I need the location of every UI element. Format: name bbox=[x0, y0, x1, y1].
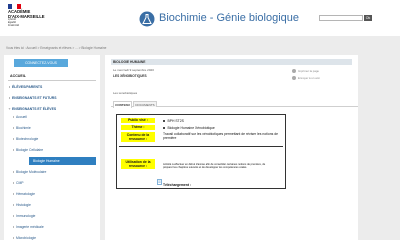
chevron-down-icon bbox=[8, 108, 11, 110]
sidebar-item-label: Biologie Cellulaire bbox=[16, 148, 44, 152]
sidebar-item-biotechnologie[interactable]: Biotechnologie bbox=[8, 135, 96, 143]
sidebar-item-immunologie[interactable]: Immunologie bbox=[8, 212, 96, 220]
sidebar-accueil[interactable]: ACCUEIL bbox=[8, 72, 96, 81]
sidebar-item-label: Biochimie bbox=[16, 126, 31, 130]
academie-logo[interactable]: ACADÉMIE D'AIX-MARSEILLE Liberté Égalité… bbox=[8, 4, 46, 34]
sidebar-item-hematologie[interactable]: Hématologie bbox=[8, 190, 96, 198]
utilisation-label: Utilisation de la ressource : bbox=[121, 159, 155, 169]
chevron-right-icon bbox=[13, 193, 14, 196]
print-label: Imprimer la page bbox=[298, 69, 319, 73]
public-value-text: BPH ST2S bbox=[167, 119, 184, 123]
sidebar-item-label: Biologie Moléculaire bbox=[16, 170, 47, 174]
section-header: BIOLOGIE HUMAINE bbox=[111, 59, 352, 65]
page-title: LES XÉNOBIOTIQUES bbox=[113, 74, 147, 78]
chevron-right-icon bbox=[13, 138, 14, 141]
sidebar-item-microbiologie[interactable]: Microbiologie bbox=[8, 234, 96, 240]
main-content: BIOLOGIE HUMAINE Le mercredi 9 septembre… bbox=[105, 55, 358, 240]
sidebar-item-label: Histologie bbox=[16, 203, 31, 207]
sidebar-item-biochimie[interactable]: Biochimie bbox=[8, 124, 96, 132]
sidebar-item-label: CMP bbox=[16, 181, 24, 185]
bullet-icon bbox=[163, 127, 165, 129]
sidebar-item-label: Hématologie bbox=[16, 192, 36, 196]
sidebar-item-cmp[interactable]: CMP bbox=[8, 179, 96, 187]
chevron-right-icon bbox=[13, 215, 14, 218]
sidebar-item-biologie-humaine[interactable]: Biologie Humaine bbox=[29, 157, 96, 165]
share-link[interactable]: Envoyer à un ami bbox=[292, 76, 320, 81]
logo-motto-3: Fraternité bbox=[8, 24, 20, 27]
sidebar-item-label: ÉLÈVES/PARENTS bbox=[12, 85, 43, 89]
chevron-right-icon bbox=[13, 204, 14, 207]
connect-button[interactable]: CONNECTEZ-VOUS bbox=[14, 59, 68, 67]
chevron-right-icon bbox=[13, 171, 14, 174]
print-icon bbox=[292, 69, 296, 74]
theme-label: Thème : bbox=[121, 125, 155, 130]
page-subtitle: Les xénobiotiques bbox=[113, 91, 138, 95]
sidebar-item-enseignants-futurs[interactable]: ENSEIGNANTS ET FUTURS bbox=[8, 94, 96, 102]
sidebar-item-accueil[interactable]: Accueil bbox=[8, 113, 96, 121]
breadcrumb[interactable]: Vous êtes ici : Accueil > Enseignants et… bbox=[6, 46, 106, 50]
share-label: Envoyer à un ami bbox=[298, 76, 320, 80]
utilisation-value: Activité à effectuer en début d'année af… bbox=[163, 163, 266, 169]
content-tabs: CONTENU DOCUMENTS bbox=[111, 100, 358, 108]
sidebar-item-eleves-parents[interactable]: ÉLÈVES/PARENTS bbox=[8, 83, 96, 91]
sidebar-item-label: Biotechnologie bbox=[16, 137, 39, 141]
bullet-icon bbox=[163, 120, 165, 122]
contenu-label: Contenu de la ressource : bbox=[121, 132, 155, 142]
sidebar-item-label: Biologie Humaine bbox=[33, 159, 60, 163]
sidebar: CONNECTEZ-VOUS ACCUEIL ÉLÈVES/PARENTS EN… bbox=[4, 55, 100, 240]
theme-value-text: Biologie Humaine Xénobiotique bbox=[167, 126, 215, 130]
chevron-right-icon bbox=[9, 86, 10, 89]
public-value: BPH ST2S bbox=[163, 119, 184, 123]
tab-contenu[interactable]: CONTENU bbox=[113, 101, 132, 108]
print-link[interactable]: Imprimer la page bbox=[292, 69, 319, 74]
contenu-value: Travail collaboratif sur les xénobiotiqu… bbox=[163, 132, 279, 140]
sidebar-item-label: Imagerie médicale bbox=[16, 225, 44, 229]
sidebar-item-label: Accueil bbox=[16, 115, 27, 119]
sidebar-item-label: Microbiologie bbox=[16, 236, 36, 240]
download-label: Téléchargement : bbox=[163, 183, 192, 187]
chevron-right-icon bbox=[13, 127, 14, 130]
sidebar-item-label: ENSEIGNANTS ET FUTURS bbox=[12, 96, 57, 100]
chevron-right-icon bbox=[9, 97, 10, 100]
chevron-right-icon bbox=[13, 149, 14, 152]
sidebar-item-enseignants-eleves[interactable]: ENSEIGNANTS ET ÉLÈVES bbox=[8, 105, 96, 113]
public-label: Public visé : bbox=[121, 118, 155, 123]
publish-date: Le mercredi 9 septembre 2020 bbox=[113, 68, 154, 72]
sidebar-item-label: Immunologie bbox=[16, 214, 36, 218]
mail-icon bbox=[292, 76, 296, 81]
chevron-right-icon bbox=[13, 182, 14, 185]
site-header: ACADÉMIE D'AIX-MARSEILLE Liberté Égalité… bbox=[0, 0, 400, 36]
site-title[interactable]: Biochimie - Génie biologique bbox=[159, 12, 299, 24]
sidebar-item-label: ENSEIGNANTS ET ÉLÈVES bbox=[12, 107, 57, 111]
sidebar-item-imagerie-medicale[interactable]: Imagerie médicale bbox=[8, 223, 96, 231]
divider bbox=[119, 146, 283, 147]
search-button[interactable]: Ok bbox=[364, 15, 372, 21]
resource-sheet: Public visé : BPH ST2S Thème : Biologie … bbox=[116, 114, 286, 189]
search-input[interactable] bbox=[319, 15, 363, 21]
tab-documents[interactable]: DOCUMENTS bbox=[133, 101, 157, 107]
chevron-right-icon bbox=[13, 116, 14, 119]
sidebar-item-biologie-moleculaire[interactable]: Biologie Moléculaire bbox=[8, 168, 96, 176]
sidebar-item-biologie-cellulaire[interactable]: Biologie Cellulaire bbox=[8, 146, 96, 154]
theme-value: Biologie Humaine Xénobiotique bbox=[163, 126, 215, 130]
sidebar-item-histologie[interactable]: Histologie bbox=[8, 201, 96, 209]
sidebar-menu: ÉLÈVES/PARENTS ENSEIGNANTS ET FUTURS ENS… bbox=[8, 83, 96, 240]
chevron-right-icon bbox=[13, 237, 14, 240]
document-icon[interactable] bbox=[157, 179, 162, 185]
flask-logo-icon bbox=[139, 11, 155, 27]
chevron-right-icon bbox=[13, 226, 14, 229]
